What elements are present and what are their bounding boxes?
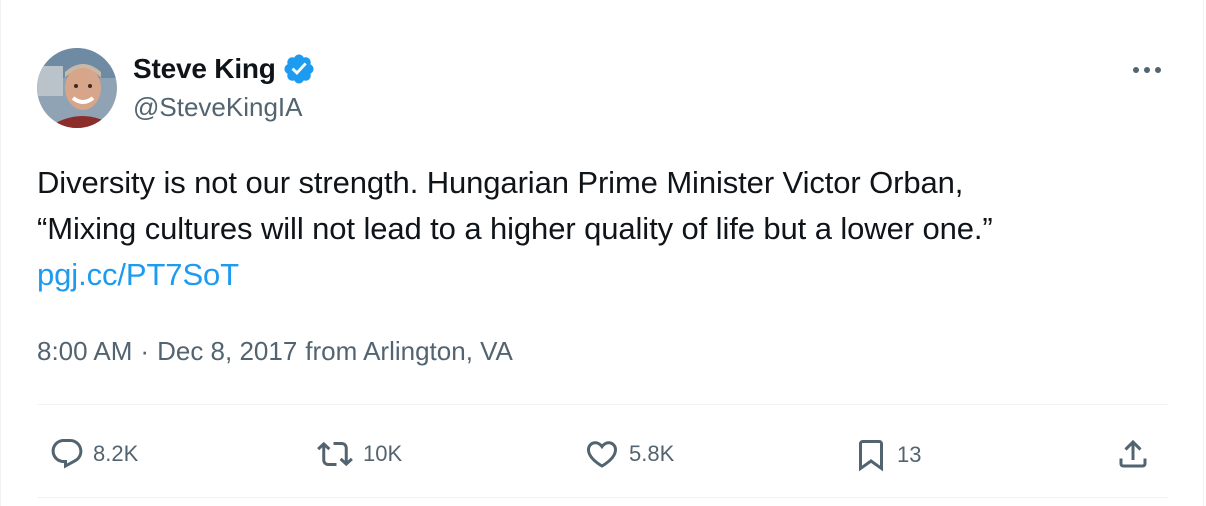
tweet-text-line-1: Diversity is not our strength. Hungarian… xyxy=(37,165,964,200)
tweet-metadata: 8:00 AM · Dec 8, 2017 from Arlington, VA xyxy=(37,336,513,367)
tweet-location: from Arlington, VA xyxy=(305,336,513,366)
tweet-text-line-2: “Mixing cultures will not lead to a high… xyxy=(37,211,993,246)
reply-icon xyxy=(51,439,83,469)
tweet-text: Diversity is not our strength. Hungarian… xyxy=(37,160,1177,298)
like-icon xyxy=(586,441,618,468)
bookmark-count: 13 xyxy=(897,442,922,467)
verified-badge-icon[interactable] xyxy=(282,52,316,86)
bookmark-icon xyxy=(859,440,883,472)
bookmark-button[interactable]: 13 xyxy=(853,436,921,474)
more-options-icon[interactable] xyxy=(1127,56,1167,84)
author-display-name[interactable]: Steve King xyxy=(133,53,276,85)
retweet-icon xyxy=(317,441,353,467)
retweet-button[interactable]: 10K xyxy=(315,436,402,472)
meta-separator: · xyxy=(140,336,150,366)
author-name-row: Steve King xyxy=(133,52,316,86)
like-button[interactable]: 5.8K xyxy=(583,436,674,472)
divider xyxy=(37,497,1168,498)
like-count: 5.8K xyxy=(629,441,675,466)
tweet-card: Steve King @SteveKingIA Diversity is not… xyxy=(0,0,1204,506)
tweet-date[interactable]: Dec 8, 2017 xyxy=(157,336,297,367)
reply-button[interactable]: 8.2K xyxy=(49,436,138,472)
tweet-time[interactable]: 8:00 AM xyxy=(37,336,132,367)
author-handle[interactable]: @SteveKingIA xyxy=(133,92,302,123)
divider xyxy=(37,404,1168,405)
avatar-photo-icon xyxy=(37,48,117,128)
share-button[interactable] xyxy=(1115,436,1151,472)
tweet-link[interactable]: pgj.cc/PT7SoT xyxy=(37,257,239,292)
reply-count: 8.2K xyxy=(93,441,139,466)
share-icon xyxy=(1119,439,1147,468)
author-avatar[interactable] xyxy=(37,48,117,128)
retweet-count: 10K xyxy=(363,441,403,466)
